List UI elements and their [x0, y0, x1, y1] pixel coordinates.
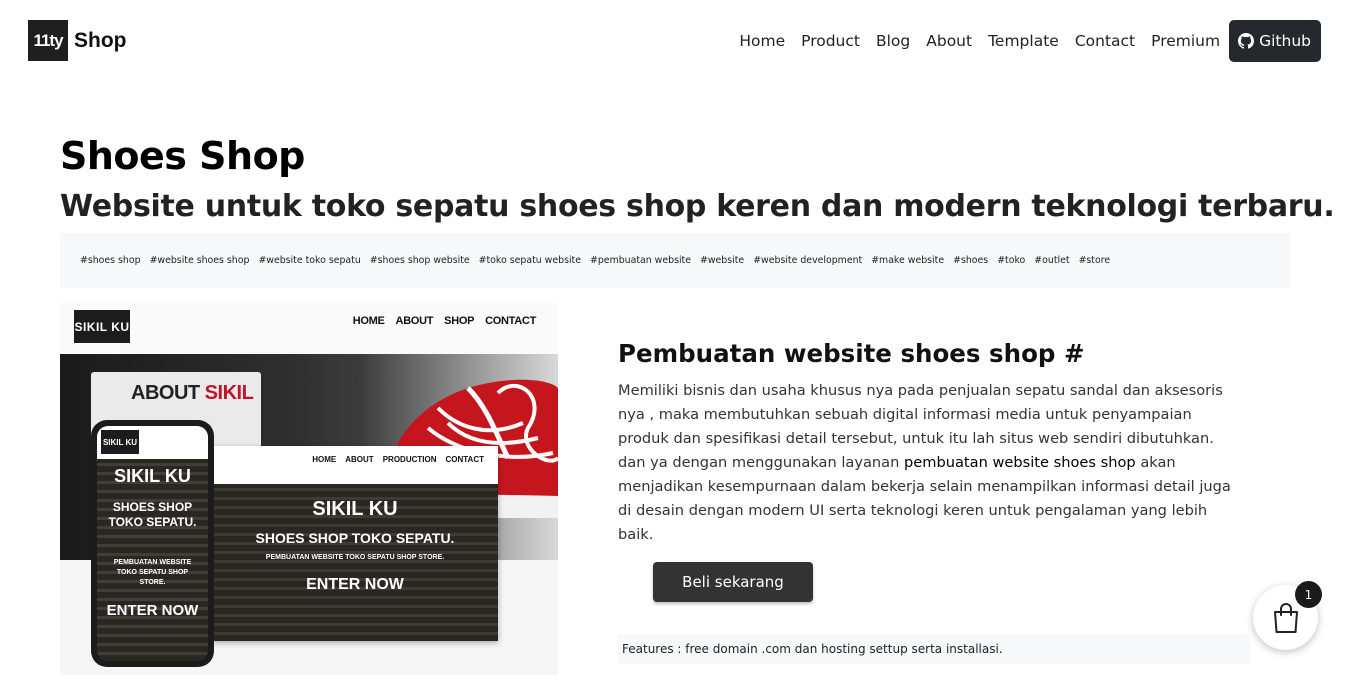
tag[interactable]: #pembuatan website: [590, 255, 691, 266]
site-header: 11ty Shop Home Product Blog About Templa…: [0, 0, 1349, 84]
logo-text: Shop: [74, 28, 127, 52]
nav-product[interactable]: Product: [801, 32, 860, 50]
phone-screen: SIKIL KU SIKIL KU SHOES SHOP TOKO SEPATU…: [97, 426, 208, 661]
mockup-logo: SIKIL KU: [74, 310, 130, 343]
tag[interactable]: #make website: [871, 255, 944, 266]
laptop-nav: HOME ABOUT PRODUCTION CONTACT: [303, 455, 484, 464]
nav-about[interactable]: About: [926, 32, 972, 50]
laptop-hero-title: SIKIL KU: [312, 498, 398, 520]
tag[interactable]: #store: [1079, 255, 1111, 266]
product-preview-image: SIKIL KU HOME ABOUT SHOP CONTACT ABOUT S…: [60, 303, 558, 675]
mockup-phone: SIKIL KU SIKIL KU SHOES SHOP TOKO SEPATU…: [91, 420, 214, 667]
nav-premium[interactable]: Premium: [1151, 32, 1220, 50]
tag-list: #shoes shop #website shoes shop #website…: [60, 233, 1290, 288]
features-note: Features : free domain .com dan hosting …: [618, 634, 1250, 664]
tag[interactable]: #outlet: [1034, 255, 1069, 266]
nav-contact[interactable]: Contact: [1075, 32, 1135, 50]
description-link[interactable]: pembuatan website shoes shop: [904, 454, 1136, 471]
logo-mark: 11ty: [28, 20, 68, 61]
nav-template[interactable]: Template: [988, 32, 1059, 50]
phone-hero-cta: ENTER NOW: [106, 602, 199, 619]
github-button[interactable]: Github: [1229, 20, 1321, 62]
laptop-hero: SIKIL KU SHOES SHOP TOKO SEPATU. PEMBUAT…: [212, 484, 498, 641]
mockup-nav: HOME ABOUT SHOP CONTACT: [342, 315, 537, 327]
main-nav: Home Product Blog About Template Contact…: [739, 20, 1321, 62]
nav-blog[interactable]: Blog: [876, 32, 910, 50]
mockup-nav-item: CONTACT: [485, 315, 536, 327]
tag[interactable]: #website: [700, 255, 744, 266]
mockup-nav-item: ABOUT: [395, 315, 434, 327]
tag[interactable]: #shoes: [953, 255, 988, 266]
laptop-hero-line: SHOES SHOP TOKO SEPATU.: [255, 530, 455, 546]
mockup-about-b: SIKIL: [204, 382, 254, 404]
mockup-about-a: ABOUT: [131, 382, 200, 404]
mockup-laptop: HOME ABOUT PRODUCTION CONTACT SIKIL KU S…: [212, 446, 498, 641]
section-title: Pembuatan website shoes shop #: [618, 339, 1085, 368]
mockup-nav-item: HOME: [352, 315, 385, 327]
laptop-hero-small: PEMBUATAN WEBSITE TOKO SEPATU SHOP STORE…: [265, 554, 445, 561]
laptop-hero-cta: ENTER NOW: [306, 576, 404, 593]
phone-hero-line: SHOES SHOP TOKO SEPATU.: [108, 500, 197, 529]
mockup-nav-item: SHOP: [444, 315, 475, 327]
nav-home[interactable]: Home: [739, 32, 785, 50]
tag[interactable]: #website toko sepatu: [258, 255, 360, 266]
mockup-header: SIKIL KU HOME ABOUT SHOP CONTACT: [60, 303, 558, 354]
laptop-nav-item: CONTACT: [445, 455, 484, 464]
cart-count-badge: 1: [1295, 581, 1322, 608]
page-subtitle: Website untuk toko sepatu shoes shop ker…: [60, 189, 1335, 224]
laptop-nav-item: ABOUT: [345, 455, 374, 464]
tag[interactable]: #toko sepatu website: [479, 255, 581, 266]
page-title: Shoes Shop: [60, 134, 305, 178]
buy-now-button[interactable]: Beli sekarang: [653, 562, 813, 602]
laptop-nav-item: HOME: [312, 455, 337, 464]
github-icon: [1238, 33, 1255, 49]
tag[interactable]: #website development: [753, 255, 862, 266]
phone-hero-title: SIKIL KU: [114, 466, 191, 486]
tag[interactable]: #toko: [997, 255, 1025, 266]
phone-logo: SIKIL KU: [101, 430, 139, 454]
github-label: Github: [1259, 32, 1311, 50]
phone-header: SIKIL KU: [97, 426, 208, 459]
tag[interactable]: #website shoes shop: [150, 255, 250, 266]
laptop-nav-item: PRODUCTION: [382, 455, 437, 464]
phone-hero-small: PEMBUATAN WEBSITE TOKO SEPATU SHOP STORE…: [113, 559, 192, 586]
tag[interactable]: #shoes shop website: [370, 255, 470, 266]
shopping-bag-icon: [1273, 602, 1298, 633]
section-description: Memiliki bisnis dan usaha khusus nya pad…: [618, 379, 1240, 547]
logo[interactable]: 11ty Shop: [28, 20, 127, 61]
tag[interactable]: #shoes shop: [80, 255, 141, 266]
